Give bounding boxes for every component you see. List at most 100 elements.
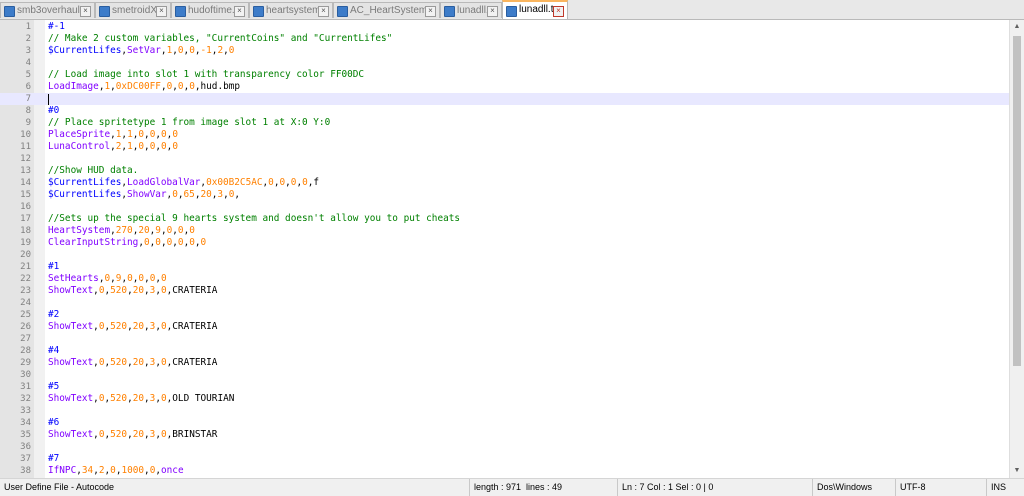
line-code: ShowText,0,520,20,3,0,CRATERIA — [48, 285, 217, 297]
vertical-scrollbar[interactable]: ▲ ▼ — [1009, 20, 1024, 478]
code-line[interactable]: 11 LunaControl,2,1,0,0,0,0 — [0, 141, 1009, 153]
code-line[interactable]: 3 $CurrentLifes,SetVar,1,0,0,-1,2,0 — [0, 45, 1009, 57]
code-token: ShowText — [48, 321, 94, 332]
tab-smetroidx[interactable]: smetroidX.lua × — [95, 2, 171, 18]
code-editor[interactable]: 1 #-1 2 // Make 2 custom variables, "Curren… — [0, 20, 1009, 478]
close-icon[interactable]: × — [234, 6, 245, 17]
line-code: ShowText,0,520,20,3,0,BRINSTAR — [48, 429, 217, 441]
code-line[interactable]: 22 SetHearts,0,9,0,0,0,0 — [0, 273, 1009, 285]
tab-heartsystem[interactable]: heartsystem.lua × — [249, 2, 333, 18]
code-line[interactable]: 24 — [0, 297, 1009, 309]
code-token: $CurrentLifes — [48, 177, 122, 188]
code-token: 0 — [200, 237, 207, 248]
scroll-up-icon[interactable]: ▲ — [1010, 20, 1024, 34]
close-icon[interactable]: × — [487, 6, 498, 17]
code-line[interactable]: 25 #2 — [0, 309, 1009, 321]
tab-lunadll-txt[interactable]: lunadll.txt × — [502, 0, 568, 19]
code-line[interactable]: 31 #5 — [0, 381, 1009, 393]
code-line[interactable]: 9 // Place spritetype 1 from image slot 1… — [0, 117, 1009, 129]
line-number: 18 — [20, 226, 31, 236]
tab-hudoftime[interactable]: hudoftime.lua × — [171, 2, 249, 18]
line-number: 23 — [20, 286, 31, 296]
line-code: IfNPC,34,2,0,1000,0,once — [48, 465, 184, 477]
code-line[interactable]: 14 $CurrentLifes,LoadGlobalVar,0x00B2C5AC… — [0, 177, 1009, 189]
code-token: LoadImage — [48, 81, 99, 92]
code-token: ShowText — [48, 357, 94, 368]
scrollbar-thumb[interactable] — [1013, 36, 1021, 366]
code-line[interactable]: 34 #6 — [0, 417, 1009, 429]
tab-lunadll-lua[interactable]: lunadll.lua × — [440, 2, 502, 18]
scroll-down-icon[interactable]: ▼ — [1010, 464, 1024, 478]
close-icon[interactable]: × — [156, 6, 167, 17]
code-line[interactable]: 33 — [0, 405, 1009, 417]
line-code: PlaceSprite,1,1,0,0,0,0 — [48, 129, 178, 141]
line-number: 8 — [25, 106, 31, 116]
code-line[interactable]: 27 — [0, 333, 1009, 345]
code-line[interactable]: 18 HeartSystem,270,20,9,0,0,0 — [0, 225, 1009, 237]
line-number: 6 — [25, 82, 31, 92]
code-line[interactable]: 1 #-1 — [0, 21, 1009, 33]
tab-label: smb3overhaul.lua — [17, 5, 80, 16]
line-number: 37 — [20, 454, 31, 464]
line-code: // Make 2 custom variables, "CurrentCoin… — [48, 33, 392, 45]
code-line[interactable]: 36 — [0, 441, 1009, 453]
code-token: ShowText — [48, 393, 94, 404]
code-line[interactable]: 23 ShowText,0,520,20,3,0,CRATERIA — [0, 285, 1009, 297]
line-code: // Place spritetype 1 from image slot 1 … — [48, 117, 330, 129]
line-code: HeartSystem,270,20,9,0,0,0 — [48, 225, 195, 237]
close-icon[interactable]: × — [425, 6, 436, 17]
code-line[interactable]: 12 — [0, 153, 1009, 165]
code-token: //Show HUD data. — [48, 165, 139, 176]
line-code: ClearInputString,0,0,0,0,0,0 — [48, 237, 206, 249]
close-icon[interactable]: × — [553, 6, 564, 17]
tab-smb3overhaul[interactable]: smb3overhaul.lua × — [0, 2, 95, 18]
line-code: #2 — [48, 309, 59, 321]
code-line[interactable]: 29 ShowText,0,520,20,3,0,CRATERIA — [0, 357, 1009, 369]
code-token: 20 — [132, 393, 145, 404]
tab-label: lunadll.txt — [519, 4, 553, 15]
code-token: #5 — [48, 381, 60, 392]
code-line[interactable]: 2 // Make 2 custom variables, "CurrentCoi… — [0, 33, 1009, 45]
code-line[interactable]: 6 LoadImage,1,0xDC00FF,0,0,0,hud.bmp — [0, 81, 1009, 93]
code-line[interactable]: 8 #0 — [0, 105, 1009, 117]
code-line[interactable]: 4 — [0, 57, 1009, 69]
code-token: ,CRATERIA — [166, 321, 218, 332]
code-token: 20 — [138, 225, 150, 236]
code-line[interactable]: 10 PlaceSprite,1,1,0,0,0,0 — [0, 129, 1009, 141]
tab-ac-heartsystem[interactable]: AC_HeartSystem.cpp × — [333, 2, 440, 18]
code-line[interactable]: 37 #7 — [0, 453, 1009, 465]
line-code: $CurrentLifes,LoadGlobalVar,0x00B2C5AC,0… — [48, 177, 319, 189]
close-icon[interactable]: × — [318, 6, 329, 17]
code-line[interactable]: 32 ShowText,0,520,20,3,0,OLD TOURIAN — [0, 393, 1009, 405]
code-line[interactable]: 7 — [0, 93, 1009, 105]
code-line[interactable]: 5 // Load image into slot 1 with transpar… — [0, 69, 1009, 81]
line-code: #7 — [48, 453, 59, 465]
code-line[interactable]: 38 IfNPC,34,2,0,1000,0,once — [0, 465, 1009, 477]
code-line[interactable]: 16 — [0, 201, 1009, 213]
code-line[interactable]: 21 #1 — [0, 261, 1009, 273]
code-token: ShowText — [48, 285, 94, 296]
code-token: #2 — [48, 309, 60, 320]
code-line[interactable]: 30 — [0, 369, 1009, 381]
close-icon[interactable]: × — [80, 6, 91, 17]
code-line[interactable]: 15 $CurrentLifes,ShowVar,0,65,20,3,0, — [0, 189, 1009, 201]
line-number: 31 — [20, 382, 31, 392]
line-number: 2 — [25, 34, 31, 44]
code-line[interactable]: 26 ShowText,0,520,20,3,0,CRATERIA — [0, 321, 1009, 333]
code-token: 0xDC00FF — [115, 81, 161, 92]
code-line[interactable]: 19 ClearInputString,0,0,0,0,0,0 — [0, 237, 1009, 249]
code-token: 520 — [110, 285, 128, 296]
line-number: 7 — [25, 94, 31, 104]
code-line[interactable]: 13 //Show HUD data. — [0, 165, 1009, 177]
code-line[interactable]: 35 ShowText,0,520,20,3,0,BRINSTAR — [0, 429, 1009, 441]
code-line[interactable]: 20 — [0, 249, 1009, 261]
code-token: ShowVar — [127, 189, 167, 200]
code-token: IfNPC — [48, 465, 77, 476]
code-token: 520 — [110, 429, 128, 440]
code-token: SetHearts — [48, 273, 99, 284]
code-line[interactable]: 17 //Sets up the special 9 hearts system … — [0, 213, 1009, 225]
line-code: $CurrentLifes,SetVar,1,0,0,-1,2,0 — [48, 45, 234, 57]
code-token: ClearInputString — [48, 237, 139, 248]
code-token: SetVar — [127, 45, 161, 56]
code-line[interactable]: 28 #4 — [0, 345, 1009, 357]
